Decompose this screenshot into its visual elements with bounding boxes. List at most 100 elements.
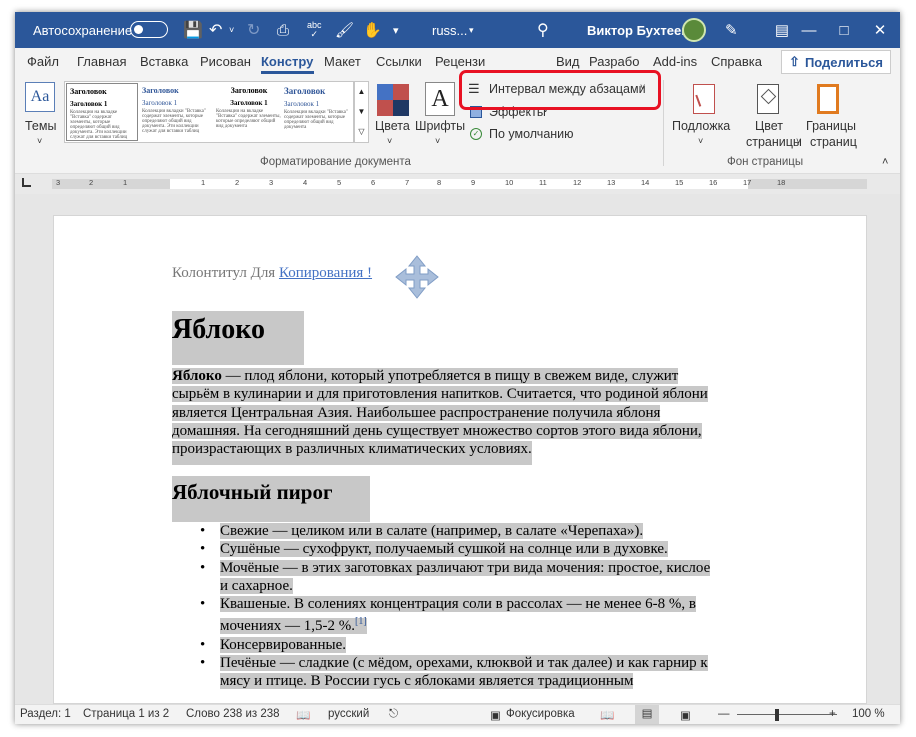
colors-button[interactable]: Цвета (375, 119, 410, 133)
print-layout-icon[interactable]: ▤ (635, 705, 659, 724)
tab-draw[interactable]: Рисован (200, 54, 253, 69)
title-bar: Автосохранение 💾 ↶ ˅ ↻ ⎙ abc ✓ 🖌 ✋ ▾ russ… (15, 12, 900, 48)
close-icon[interactable]: ✕ (857, 12, 900, 48)
list-item[interactable]: • Печёные — сладкие (с мёдом, орехами, кл… (172, 654, 772, 691)
tab-home[interactable]: Главная (77, 54, 126, 69)
colors-dropdown-icon[interactable]: ˅ (387, 136, 392, 146)
page-color-icon[interactable] (757, 84, 779, 114)
themes-dropdown-icon[interactable]: ˅ (37, 136, 42, 146)
avatar[interactable] (682, 12, 706, 48)
print-icon[interactable]: ⎙ (277, 12, 289, 48)
gallery-more-icon[interactable]: ▽ (355, 122, 368, 142)
fonts-icon[interactable]: A (425, 82, 455, 116)
list-item[interactable]: • Мочёные — в этих заготовках различают т… (172, 559, 772, 596)
gallery-up-icon[interactable]: ▲ (355, 82, 368, 102)
filename-dropdown-icon[interactable]: ▾ (469, 12, 474, 48)
style-set-thumb[interactable]: Заголовок Заголовок 1 Коллекции вкладки "В… (139, 83, 211, 141)
move-handle-icon[interactable] (394, 254, 440, 300)
autosave-label: Автосохранение (33, 22, 133, 38)
web-layout-icon[interactable]: ▣ (680, 708, 691, 722)
heading-1[interactable]: Яблоко (172, 314, 265, 346)
check-icon: ✓ (470, 128, 482, 140)
header-link[interactable]: Копирования ! (279, 265, 372, 281)
read-mode-icon[interactable]: 📖 (600, 708, 614, 722)
proofing-icon[interactable]: 📖 (296, 708, 310, 722)
status-section[interactable]: Раздел: 1 (20, 708, 71, 720)
style-set-thumb[interactable]: Заголовок Заголовок 1 Коллекции на вкладке… (213, 83, 285, 141)
status-language[interactable]: русский (328, 708, 369, 720)
redo-icon: ↻ (247, 22, 261, 39)
document-area[interactable]: Колонтитул Для Копирования ! Яблоко Ябло… (15, 194, 900, 704)
tab-addins[interactable]: Add-ins (653, 54, 697, 69)
zoom-level[interactable]: 100 % (852, 708, 885, 720)
collapse-ribbon-icon[interactable]: ˄ (882, 156, 888, 168)
ruler-scale: 321 123 456 789 10 11 12 13 14 15 16 17 18 (52, 179, 867, 189)
spelling-icon[interactable]: abc ✓ (307, 12, 322, 48)
highlight-annotation (459, 70, 661, 110)
page-borders-button[interactable]: Границы (806, 119, 856, 133)
zoom-slider-thumb[interactable] (775, 709, 779, 721)
fonts-dropdown-icon[interactable]: ˅ (435, 136, 440, 146)
undo-dropdown-icon[interactable]: ˅ (229, 12, 234, 48)
list-item[interactable]: • Консервированные. (172, 636, 772, 654)
list-item[interactable]: • Квашеные. В солениях концентрация соли … (172, 595, 772, 636)
status-words[interactable]: Слово 238 из 238 (186, 708, 280, 720)
colors-icon[interactable] (377, 84, 409, 116)
tab-design[interactable]: Конструк (261, 54, 314, 74)
undo-icon[interactable]: ↶ (209, 12, 222, 48)
paragraph[interactable]: Яблоко — плод яблони, который употребляе… (172, 367, 708, 466)
customize-qat-icon[interactable]: ▾ (393, 12, 399, 48)
set-default-button[interactable]: По умолчанию (489, 127, 574, 141)
tab-file[interactable]: Файл (27, 54, 59, 69)
horizontal-ruler[interactable]: 321 123 456 789 10 11 12 13 14 15 16 17 18 (15, 174, 900, 194)
style-set-thumb[interactable]: Заголовок Заголовок 1 Коллекции на вкладке… (66, 83, 138, 141)
fonts-button[interactable]: Шрифты (415, 119, 465, 133)
tab-stop-icon[interactable] (22, 178, 31, 187)
file-name[interactable]: russ... (432, 12, 467, 48)
list-item[interactable]: • Сушёные — сухофрукт, получаемый сушкой … (172, 540, 772, 558)
tab-help[interactable]: Справка (711, 54, 762, 69)
bullet-list[interactable]: • Свежие — целиком или в салате (например… (172, 522, 772, 691)
zoom-out-icon[interactable]: — (718, 708, 730, 720)
format-painter-icon[interactable]: 🖌 (335, 12, 354, 48)
watermark-icon[interactable] (693, 84, 715, 114)
page-borders-icon[interactable] (817, 84, 839, 114)
page-color-button[interactable]: Цвет (755, 119, 783, 133)
zoom-in-icon[interactable]: + (829, 708, 836, 720)
tab-developer[interactable]: Разрабо (589, 54, 644, 69)
watermark-button[interactable]: Подложка (672, 119, 730, 133)
watermark-dropdown-icon[interactable]: ˅ (698, 136, 703, 146)
tab-insert[interactable]: Вставка (140, 54, 188, 69)
accessibility-icon[interactable]: ⎋ (389, 708, 398, 721)
themes-icon[interactable]: Aa (25, 82, 55, 112)
save-icon[interactable]: 💾 (183, 12, 203, 48)
touch-mode-icon[interactable]: ✋ (363, 12, 382, 48)
tab-layout[interactable]: Макет (324, 54, 361, 69)
page-color-dropdown-icon[interactable]: ˅ (796, 136, 801, 146)
focus-button[interactable]: Фокусировка (506, 708, 575, 720)
status-page[interactable]: Страница 1 из 2 (83, 708, 169, 720)
tab-review[interactable]: Рецензи (435, 54, 490, 69)
share-button[interactable]: ⇧ Поделиться (781, 50, 891, 74)
page-color-label[interactable]: страницы (746, 135, 802, 149)
pen-icon[interactable]: ✎ (725, 12, 738, 48)
page-borders-label[interactable]: страниц (810, 135, 857, 149)
footnote-ref[interactable]: [1] (355, 616, 367, 627)
tab-references[interactable]: Ссылки (376, 54, 422, 69)
style-set-thumb[interactable]: Заголовок Заголовок 1 Коллекции вкладки "В… (281, 83, 353, 141)
focus-icon[interactable]: ▣ (490, 708, 501, 722)
list-item[interactable]: • Свежие — целиком или в салате (например… (172, 522, 772, 540)
document-page[interactable]: Колонтитул Для Копирования ! Яблоко Ябло… (53, 215, 867, 704)
gallery-down-icon[interactable]: ▼ (355, 102, 368, 122)
themes-button[interactable]: Темы (25, 119, 56, 133)
tab-view[interactable]: Вид (556, 54, 580, 69)
user-name[interactable]: Виктор Бухтеев (587, 12, 689, 48)
zoom-slider[interactable] (737, 714, 837, 715)
word-window: Автосохранение 💾 ↶ ˅ ↻ ⎙ abc ✓ 🖌 ✋ ▾ russ… (15, 12, 900, 724)
status-bar: Раздел: 1 Страница 1 из 2 Слово 238 из 2… (15, 704, 900, 724)
page-header[interactable]: Колонтитул Для Копирования ! (172, 265, 372, 282)
gallery-scroll[interactable]: ▲ ▼ ▽ (354, 81, 369, 143)
autosave-toggle[interactable] (130, 21, 168, 38)
heading-2[interactable]: Яблочный пирог (172, 480, 332, 505)
search-icon[interactable]: ⚲ (537, 12, 549, 48)
